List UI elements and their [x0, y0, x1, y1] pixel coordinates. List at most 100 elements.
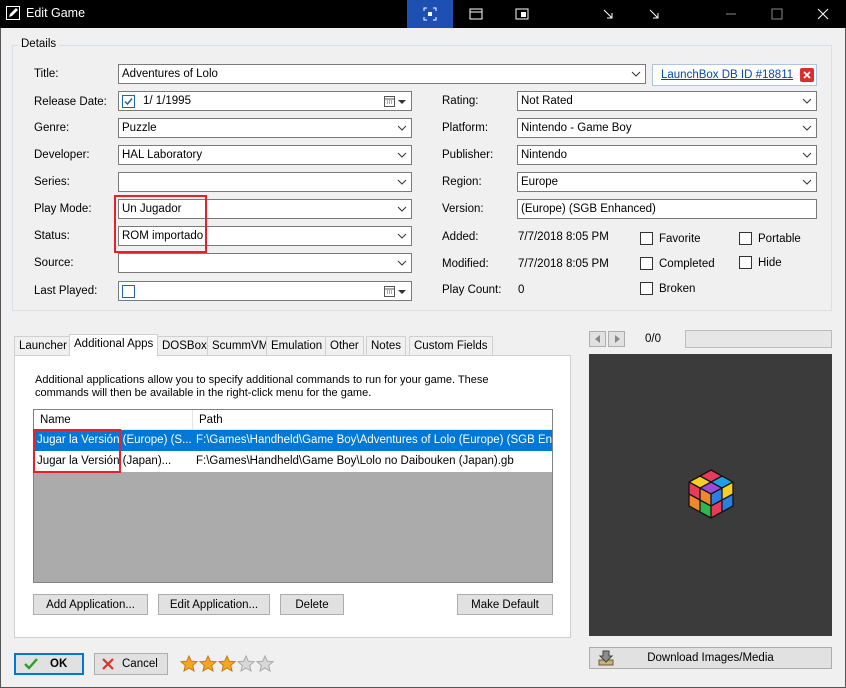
hide-checkbox[interactable]: Hide — [739, 256, 782, 269]
developer-value: HAL Laboratory — [122, 149, 203, 161]
tab-dosbox[interactable]: DOSBox — [157, 336, 212, 356]
rating-combobox[interactable]: Not Rated — [517, 91, 817, 111]
title-combobox[interactable]: Adventures of Lolo — [118, 64, 646, 84]
release-date-label: Release Date: — [34, 96, 107, 108]
status-label: Status: — [34, 230, 70, 242]
release-date-checkbox[interactable] — [122, 94, 135, 108]
close-window-button[interactable] — [800, 0, 846, 28]
pin-window-button[interactable] — [499, 0, 545, 28]
unknown-tool-icon — [603, 9, 613, 19]
column-header-path[interactable]: Path — [193, 410, 552, 429]
window-title: Edit Game — [26, 6, 86, 20]
chevron-down-icon — [397, 152, 407, 158]
calendar-icon — [384, 96, 395, 107]
broken-check[interactable] — [640, 282, 653, 295]
added-value: 7/7/2018 8:05 PM — [518, 231, 609, 243]
series-combobox[interactable] — [118, 172, 412, 192]
column-header-name[interactable]: Name — [34, 410, 193, 429]
download-media-label: Download Images/Media — [647, 652, 774, 664]
last-played-picker[interactable] — [118, 281, 412, 301]
genre-combobox[interactable]: Puzzle — [118, 118, 412, 138]
publisher-label: Publisher: — [442, 149, 494, 161]
portable-checkbox[interactable]: Portable — [739, 232, 801, 245]
minimize-button[interactable] — [708, 0, 754, 28]
chevron-down-icon — [802, 152, 812, 158]
chevron-down-icon — [397, 233, 407, 239]
list-header: Name Path — [34, 410, 552, 430]
tab-emulation[interactable]: Emulation — [266, 336, 328, 356]
developer-combobox[interactable]: HAL Laboratory — [118, 145, 412, 165]
star-empty-icon[interactable] — [237, 655, 255, 672]
image-preview-panel — [589, 354, 832, 636]
next-image-button[interactable] — [608, 331, 625, 347]
rating-label: Rating: — [442, 95, 479, 107]
portable-check[interactable] — [739, 232, 752, 245]
previous-image-button[interactable] — [589, 331, 606, 347]
tab-notes[interactable]: Notes — [366, 336, 407, 356]
window-layout-button[interactable] — [453, 0, 499, 28]
version-value: (Europe) (SGB Enhanced) — [521, 203, 656, 215]
cancel-button[interactable]: Cancel — [94, 653, 168, 675]
hide-label: Hide — [758, 256, 782, 269]
tab-launcher[interactable]: Launcher — [14, 336, 72, 356]
arrow-resize-button[interactable] — [631, 0, 677, 28]
last-played-checkbox[interactable] — [122, 284, 135, 298]
source-combobox[interactable] — [118, 253, 412, 273]
title-bar: Edit Game — [0, 0, 846, 28]
make-default-button[interactable]: Make Default — [457, 594, 553, 615]
version-label: Version: — [442, 203, 484, 215]
star-filled-icon[interactable] — [199, 655, 217, 672]
star-rating[interactable] — [180, 655, 274, 672]
region-label: Region: — [442, 176, 482, 188]
add-application-button[interactable]: Add Application... — [33, 594, 148, 615]
minimize-icon — [726, 13, 736, 15]
clear-db-id-button[interactable] — [800, 68, 814, 82]
play-count-label: Play Count: — [442, 284, 502, 296]
publisher-combobox[interactable]: Nintendo — [517, 145, 817, 165]
release-date-picker[interactable]: 1/ 1/1995 — [118, 91, 412, 111]
series-label: Series: — [34, 176, 70, 188]
completed-check[interactable] — [640, 257, 653, 270]
favorite-label: Favorite — [659, 232, 701, 245]
region-combobox[interactable]: Europe — [517, 172, 817, 192]
launchbox-db-link[interactable]: LaunchBox DB ID #18811 — [661, 69, 793, 81]
delete-button[interactable]: Delete — [280, 594, 344, 615]
ok-label: OK — [50, 658, 68, 670]
unknown-tool-button[interactable] — [585, 0, 631, 28]
platform-combobox[interactable]: Nintendo - Game Boy — [517, 118, 817, 138]
hide-check[interactable] — [739, 256, 752, 269]
tab-additional-apps[interactable]: Additional Apps — [69, 334, 159, 356]
star-empty-icon[interactable] — [256, 655, 274, 672]
favorite-check[interactable] — [640, 232, 653, 245]
broken-checkbox[interactable]: Broken — [640, 282, 695, 295]
modified-label: Modified: — [442, 258, 489, 270]
cancel-label: Cancel — [122, 658, 158, 670]
tab-custom-fields[interactable]: Custom Fields — [409, 336, 493, 356]
version-input[interactable]: (Europe) (SGB Enhanced) — [517, 199, 817, 219]
download-media-button[interactable]: Download Images/Media — [589, 647, 832, 669]
star-filled-icon[interactable] — [218, 655, 236, 672]
source-label: Source: — [34, 257, 74, 269]
fullscreen-button[interactable] — [407, 0, 453, 28]
chevron-down-icon — [398, 100, 406, 104]
edit-pencil-icon — [6, 6, 20, 20]
chevron-down-icon — [397, 206, 407, 212]
tab-scummvm[interactable]: ScummVM — [207, 336, 274, 356]
tab-other[interactable]: Other — [325, 336, 364, 356]
arrow-diagonal-icon — [649, 9, 659, 19]
last-played-label: Last Played: — [34, 285, 98, 297]
ok-button[interactable]: OK — [14, 653, 84, 675]
title-label: Title: — [34, 68, 59, 80]
star-filled-icon[interactable] — [180, 655, 198, 672]
platform-value: Nintendo - Game Boy — [521, 122, 632, 134]
chevron-down-icon — [802, 98, 812, 104]
developer-label: Developer: — [34, 149, 90, 161]
triangle-right-icon — [614, 335, 620, 343]
play-mode-label: Play Mode: — [34, 203, 92, 215]
favorite-checkbox[interactable]: Favorite — [640, 232, 701, 245]
modified-value: 7/7/2018 8:05 PM — [518, 258, 609, 270]
completed-checkbox[interactable]: Completed — [640, 257, 715, 270]
maximize-button[interactable] — [754, 0, 800, 28]
edit-application-button[interactable]: Edit Application... — [158, 594, 270, 615]
publisher-value: Nintendo — [521, 149, 568, 161]
